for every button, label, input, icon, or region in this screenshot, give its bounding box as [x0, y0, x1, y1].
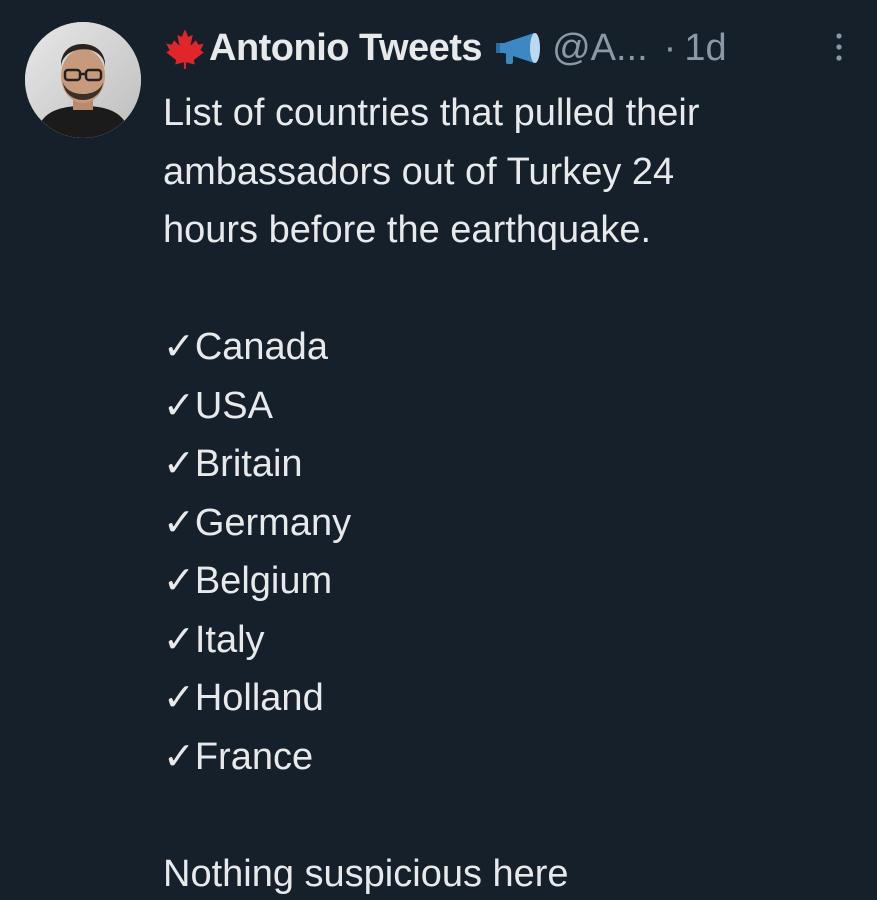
- country-list-item: ✓Holland: [163, 677, 324, 719]
- tweet-header: Antonio Tweets @A... · 1d: [163, 22, 857, 74]
- tweet-text: List of countries that pulled their amba…: [163, 84, 857, 900]
- tweet-closing-line: Nothing suspicious here: [163, 852, 569, 895]
- tweet-content: Antonio Tweets @A... · 1d List of countr…: [163, 22, 857, 900]
- tweet-text-line: hours before the earthquake.: [163, 209, 652, 251]
- header-separator: ·: [663, 27, 677, 69]
- author-handle[interactable]: @A...: [552, 22, 648, 74]
- maple-leaf-icon: [166, 29, 204, 69]
- tweet-card: Antonio Tweets @A... · 1d List of countr…: [0, 0, 877, 900]
- country-list-item: ✓France: [163, 735, 314, 778]
- country-list-item: ✓USA: [163, 384, 273, 427]
- author-display-name[interactable]: Antonio Tweets: [209, 22, 483, 74]
- country-list-item: ✓Canada: [163, 326, 328, 368]
- more-options-icon[interactable]: [835, 32, 843, 62]
- country-list-item: ✓Germany: [163, 501, 352, 544]
- author-avatar[interactable]: [25, 22, 141, 138]
- megaphone-icon: [496, 33, 541, 64]
- person-avatar-icon: [25, 22, 141, 138]
- country-list-item: ✓Belgium: [163, 560, 333, 602]
- country-list-item: ✓Britain: [163, 443, 303, 485]
- country-list-item: ✓Italy: [163, 618, 265, 661]
- tweet-timestamp[interactable]: 1d: [684, 22, 726, 74]
- tweet-text-line: List of countries that pulled their: [163, 92, 700, 134]
- tweet-text-line: ambassadors out of Turkey 24: [163, 150, 675, 193]
